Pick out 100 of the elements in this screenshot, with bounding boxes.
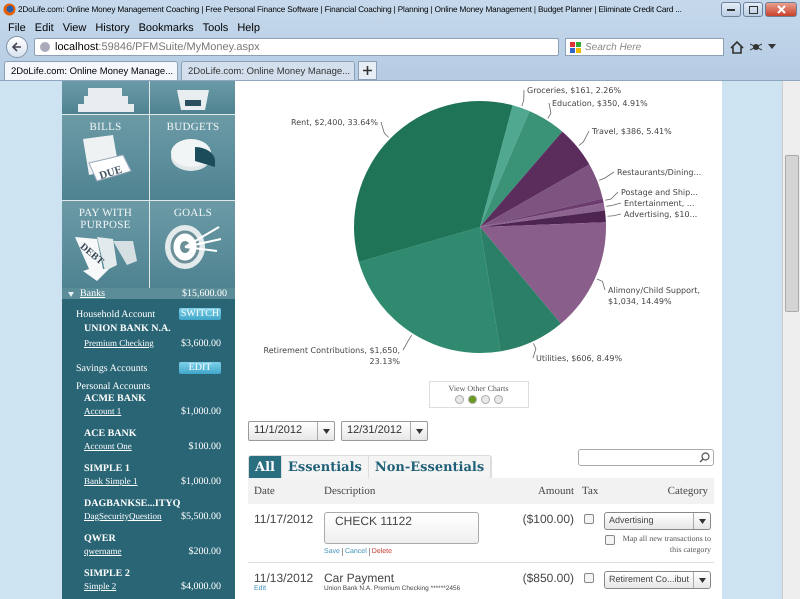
search-field[interactable] [578, 449, 714, 466]
menu-item[interactable]: Bookmarks [138, 22, 194, 34]
section-label: Savings Accounts [76, 362, 148, 374]
pager-dot[interactable] [480, 395, 490, 404]
leader-line [547, 102, 552, 119]
map-label: Map all new transactions to this category [622, 533, 711, 555]
minimize-icon [727, 8, 735, 10]
bank-name: ACE BANK [84, 428, 138, 439]
address-field[interactable]: localhost:59846/PFMSuite/MyMoney.aspx [34, 38, 559, 56]
leader-line [578, 130, 590, 146]
map-checkbox[interactable] [605, 535, 615, 545]
amount-cell-text: ($850.00) [522, 571, 574, 587]
banks-link[interactable]: Banks [80, 288, 105, 299]
menu-item[interactable]: View [62, 22, 86, 34]
bank-name: UNION BANK N.A. [84, 322, 171, 334]
nav-tile[interactable] [62, 81, 149, 114]
account-amount: $100.00 [188, 440, 221, 452]
caret-icon[interactable] [698, 578, 706, 582]
account-amount: $4,000.00 [181, 580, 221, 592]
date-cell-text: 11/17/2012 [254, 512, 314, 526]
home-icon[interactable] [730, 40, 744, 54]
leader-line [532, 342, 536, 358]
browser-tab[interactable]: 2DoLife.com: Online Money Manage... [4, 61, 178, 80]
leader-line [598, 172, 614, 181]
search-icon[interactable] [699, 452, 710, 463]
account-amount: $1,000.00 [181, 406, 221, 416]
back-button[interactable] [6, 36, 28, 58]
section-label: Personal Accounts [76, 380, 150, 392]
account-amount: $3,600.00 [181, 338, 221, 348]
account-link[interactable]: Simple 2 [84, 581, 116, 591]
column-header: Category [666, 485, 708, 497]
slice-label: Alimony/Child Support, $1,034, 14.49% [608, 286, 700, 306]
leader-line [521, 90, 524, 106]
description-field[interactable]: CHECK 11122 [324, 512, 479, 544]
search-input[interactable]: Search Here [585, 42, 719, 52]
column-header: Description [324, 485, 376, 497]
caret-icon[interactable] [416, 428, 422, 434]
scroll-thumb[interactable] [784, 155, 798, 312]
nav-tile[interactable] [150, 81, 236, 114]
tax-checkbox[interactable] [584, 514, 594, 524]
bank-name: QWER [84, 533, 117, 544]
slice-label: Restaurants/Dining... [617, 168, 702, 177]
category-dropdown[interactable]: Retirement Co...ibut [604, 571, 711, 589]
bank-name: SIMPLE 1 [84, 463, 131, 474]
account-link[interactable]: Account One [84, 441, 132, 451]
start-date-dropdown[interactable]: 11/1/2012 [248, 421, 335, 441]
account-link[interactable]: qwername [84, 546, 122, 556]
slice-label: Postage and Ship... [621, 188, 698, 197]
browser-logo-icon [3, 3, 16, 16]
browser-tab[interactable]: 2DoLife.com: Online Money Manage... [181, 61, 355, 80]
nav-tile[interactable]: BILLS DUE [62, 115, 149, 200]
bank-name: DAGBANKSE...ITYQ [84, 498, 182, 509]
end-date-dropdown[interactable]: 12/31/2012 [341, 421, 428, 441]
slice-label: Rent, $2,400, 33.64% [291, 118, 378, 127]
leader-line [402, 334, 412, 350]
bank-name: SIMPLE 2 [84, 568, 131, 579]
menu-item[interactable]: Edit [34, 22, 54, 34]
back-arrow-icon [12, 42, 22, 52]
caret-icon[interactable] [322, 428, 330, 434]
pager-dot[interactable] [494, 395, 502, 404]
leader-line [596, 278, 606, 290]
leader-line [607, 214, 622, 217]
slice-label: Education, $350, 4.91% [552, 99, 648, 108]
menu-item[interactable]: History [95, 22, 130, 34]
description-cell-text: Car Payment [324, 571, 396, 585]
building-icon [78, 88, 134, 114]
maximize-button[interactable] [743, 2, 763, 17]
leader-line [606, 202, 622, 207]
account-amount: $5,500.00 [181, 510, 221, 522]
pager-title: View Other Charts [448, 384, 508, 393]
bug-icon[interactable] [750, 41, 762, 53]
account-link[interactable]: DagSecurityQuestion [84, 511, 162, 521]
column-header: Date [254, 485, 276, 497]
pager-dot[interactable] [454, 395, 464, 404]
new-tab-button[interactable] [358, 61, 377, 80]
menu-item[interactable]: File [8, 22, 26, 34]
tax-checkbox[interactable] [584, 573, 594, 583]
menu-item[interactable]: Tools [202, 22, 228, 34]
dropdown-icon[interactable] [768, 44, 776, 50]
minimize-button[interactable] [721, 2, 741, 17]
web-search-field[interactable]: Search Here [565, 38, 724, 56]
caret-icon[interactable] [698, 518, 706, 524]
close-icon [776, 5, 786, 14]
slice-label: Retirement Contributions, $1,650, 23.13% [264, 346, 400, 366]
slice-label: Advertising, $10... [624, 210, 698, 219]
account-link[interactable]: Account 1 [84, 406, 122, 416]
menu-item[interactable]: Help [237, 22, 260, 34]
banks-total: $15,600.00 [182, 288, 227, 299]
pager-dot[interactable] [468, 395, 476, 404]
filter-tab[interactable]: All [249, 456, 282, 478]
bank-name: ACME BANK [84, 393, 147, 404]
search-engine-icon[interactable] [570, 42, 581, 52]
close-button[interactable] [765, 2, 797, 17]
account-link[interactable]: Premium Checking [84, 338, 154, 348]
slice-label: Travel, $386, 5.41% [592, 127, 672, 136]
collapse-caret-icon[interactable] [68, 290, 74, 296]
column-header: Tax [581, 485, 600, 497]
account-link[interactable]: Bank Simple 1 [84, 476, 138, 486]
category-dropdown[interactable]: Advertising [604, 512, 711, 530]
account-amount: $200.00 [188, 546, 221, 556]
